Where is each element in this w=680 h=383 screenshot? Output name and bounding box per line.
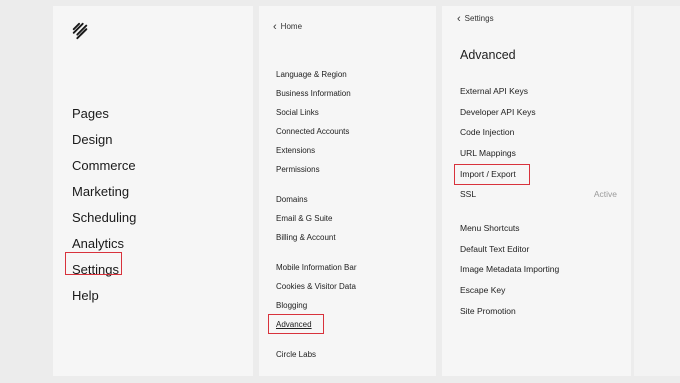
advanced-item-developer-api-keys[interactable]: Developer API Keys (460, 102, 617, 123)
back-link-label: Settings (464, 14, 494, 23)
settings-item-connected-accounts[interactable]: Connected Accounts (276, 122, 351, 141)
advanced-item-label: Developer API Keys (460, 106, 536, 117)
chevron-left-icon: ‹ (273, 20, 277, 33)
main-nav-item-label: Design (72, 132, 113, 147)
right-edge-panel (634, 6, 680, 376)
advanced-item-label: Import / Export (460, 168, 516, 179)
chevron-left-icon: ‹ (457, 12, 461, 25)
settings-item-email-gsuite[interactable]: Email & G Suite (276, 209, 336, 228)
settings-menu-panel: ‹ Home Language & Region Business Inform… (259, 6, 436, 376)
advanced-item-url-mappings[interactable]: URL Mappings (460, 143, 617, 164)
settings-group-labs: Circle Labs (276, 345, 316, 364)
main-nav-item-settings[interactable]: Settings (72, 257, 136, 283)
main-nav-item-label: Pages (72, 106, 109, 121)
main-nav-item-design[interactable]: Design (72, 127, 136, 153)
advanced-item-label: Site Promotion (460, 305, 516, 316)
advanced-item-label: Code Injection (460, 127, 515, 138)
main-nav-item-marketing[interactable]: Marketing (72, 179, 136, 205)
advanced-item-import-export[interactable]: Import / Export (460, 164, 617, 185)
settings-item-domains[interactable]: Domains (276, 190, 336, 209)
squarespace-logo-icon[interactable] (71, 22, 89, 40)
settings-item-billing-account[interactable]: Billing & Account (276, 228, 336, 247)
back-to-settings-link[interactable]: ‹ Settings (457, 12, 494, 25)
settings-group-website: Mobile Information Bar Cookies & Visitor… (276, 258, 356, 334)
advanced-item-ssl[interactable]: SSL Active (460, 184, 617, 205)
settings-item-business-information[interactable]: Business Information (276, 84, 351, 103)
settings-item-cookies-visitor-data[interactable]: Cookies & Visitor Data (276, 277, 356, 296)
advanced-item-label: Default Text Editor (460, 243, 530, 254)
advanced-item-external-api-keys[interactable]: External API Keys (460, 81, 617, 102)
advanced-item-escape-key[interactable]: Escape Key (460, 280, 617, 301)
main-nav-item-label: Commerce (72, 158, 136, 173)
advanced-item-menu-shortcuts[interactable]: Menu Shortcuts (460, 218, 617, 239)
settings-item-mobile-information-bar[interactable]: Mobile Information Bar (276, 258, 356, 277)
main-nav-item-scheduling[interactable]: Scheduling (72, 205, 136, 231)
main-nav-item-label: Scheduling (72, 210, 137, 225)
advanced-item-label: Image Metadata Importing (460, 264, 560, 275)
settings-group-general: Language & Region Business Information S… (276, 65, 351, 179)
advanced-menu-panel: ‹ Settings Advanced External API Keys De… (442, 6, 631, 376)
settings-item-advanced[interactable]: Advanced (276, 315, 356, 334)
advanced-item-label: Menu Shortcuts (460, 223, 520, 233)
page-title: Advanced (460, 48, 516, 62)
main-nav-item-analytics[interactable]: Analytics (72, 231, 136, 257)
back-link-label: Home (280, 22, 303, 31)
main-nav-item-label: Analytics (72, 236, 125, 251)
advanced-group-developer: External API Keys Developer API Keys Cod… (460, 81, 617, 205)
main-nav-item-label: Settings (72, 262, 119, 277)
advanced-item-image-metadata-importing[interactable]: Image Metadata Importing (460, 259, 617, 280)
settings-item-circle-labs[interactable]: Circle Labs (276, 345, 316, 364)
advanced-group-preferences: Menu Shortcuts Default Text Editor Image… (460, 218, 617, 321)
ssl-status-badge: Active (593, 189, 617, 200)
settings-item-blogging[interactable]: Blogging (276, 296, 356, 315)
settings-item-permissions[interactable]: Permissions (276, 160, 351, 179)
main-nav-item-label: Help (72, 288, 99, 303)
advanced-item-label: URL Mappings (460, 148, 516, 159)
advanced-item-label: Escape Key (460, 285, 506, 296)
advanced-item-label: SSL (460, 189, 477, 200)
main-menu-panel: Pages Design Commerce Marketing Scheduli… (53, 6, 253, 376)
settings-group-billing: Domains Email & G Suite Billing & Accoun… (276, 190, 336, 247)
main-nav-item-pages[interactable]: Pages (72, 101, 136, 127)
advanced-item-site-promotion[interactable]: Site Promotion (460, 301, 617, 322)
main-nav: Pages Design Commerce Marketing Scheduli… (72, 101, 136, 309)
main-nav-item-label: Marketing (72, 184, 130, 199)
back-to-home-link[interactable]: ‹ Home (273, 20, 303, 33)
settings-item-language-region[interactable]: Language & Region (276, 65, 351, 84)
main-nav-item-commerce[interactable]: Commerce (72, 153, 136, 179)
advanced-item-code-injection[interactable]: Code Injection (460, 122, 617, 143)
advanced-item-label: External API Keys (460, 86, 529, 96)
settings-item-social-links[interactable]: Social Links (276, 103, 351, 122)
settings-item-extensions[interactable]: Extensions (276, 141, 351, 160)
main-nav-item-help[interactable]: Help (72, 283, 136, 309)
advanced-item-default-text-editor[interactable]: Default Text Editor (460, 239, 617, 260)
